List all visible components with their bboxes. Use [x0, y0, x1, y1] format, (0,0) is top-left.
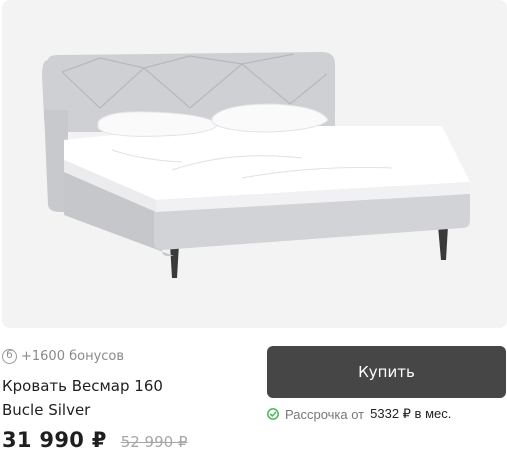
bonus-info: б +1600 бонусов — [2, 346, 124, 366]
buy-button[interactable]: Купить — [267, 346, 506, 398]
bed-image — [2, 0, 507, 328]
price-block: 31 990 ₽ 52 990 ₽ — [2, 428, 188, 456]
installment-amount: 5332 ₽ в мес. — [370, 406, 452, 421]
product-title-line: Bucle Silver — [2, 401, 91, 419]
current-price: 31 990 ₽ — [2, 428, 107, 452]
product-image[interactable] — [2, 0, 507, 328]
bonus-text: +1600 бонусов — [21, 348, 125, 364]
installment-info[interactable]: Рассрочка от 5332 ₽ в мес. — [267, 404, 451, 424]
product-title[interactable]: Кровать Весмар 160 Bucle Silver — [2, 374, 242, 422]
check-circle-icon — [267, 408, 279, 420]
product-title-line: Кровать Весмар 160 — [2, 377, 163, 395]
installment-prefix: Рассрочка от — [285, 406, 365, 422]
bonus-coin-icon: б — [2, 348, 17, 364]
old-price: 52 990 ₽ — [120, 433, 188, 451]
